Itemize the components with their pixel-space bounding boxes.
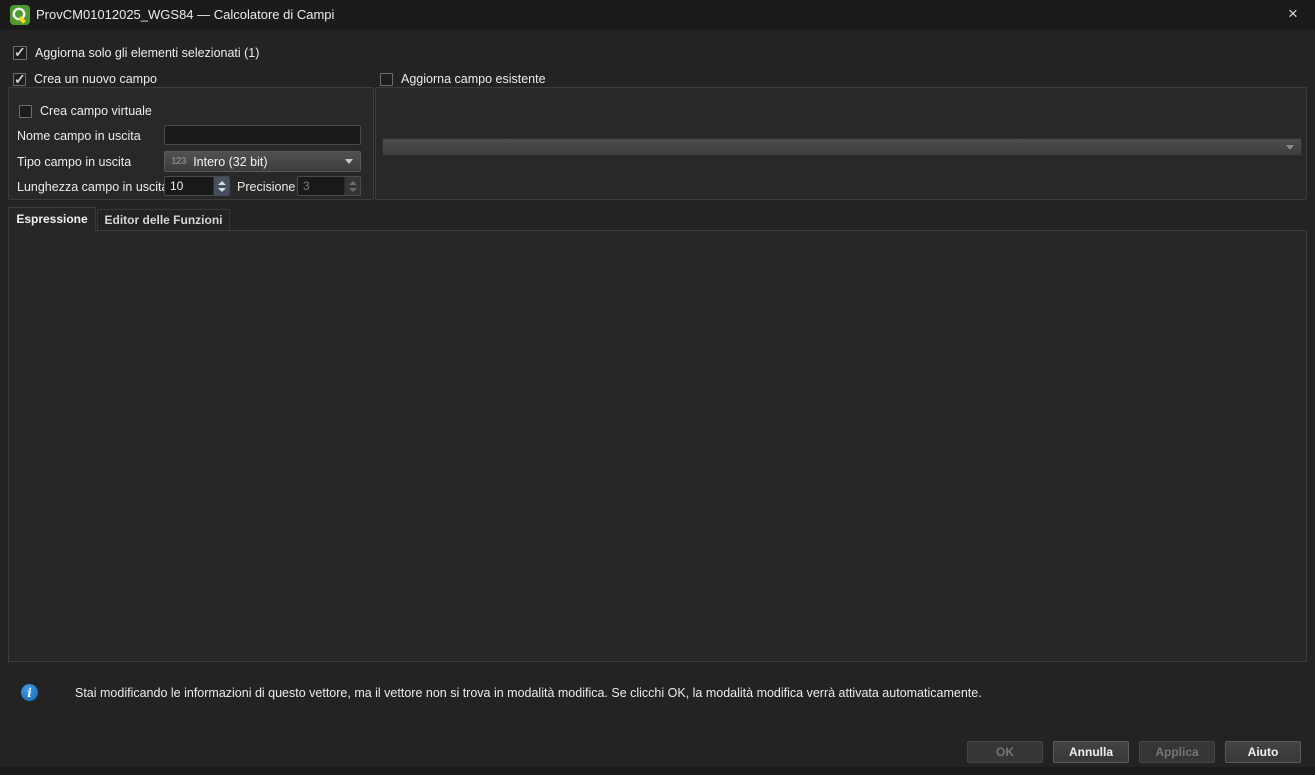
output-field-type-label: Tipo campo in uscita [17,155,131,169]
output-field-type-value: Intero (32 bit) [193,155,267,169]
applica-button: Applica [1139,741,1215,763]
expression-tab-panel [8,230,1307,662]
field-calculator-dialog: ProvCM01012025_WGS84 — Calcolatore di Ca… [0,0,1315,775]
existing-field-groupbox [375,87,1307,200]
checkbox-box[interactable] [380,73,393,86]
existing-field-select [382,138,1302,156]
checkbox-label: Crea un nuovo campo [34,72,157,86]
spin-down-icon[interactable] [218,188,226,192]
new-field-groupbox: Crea campo virtuale Nome campo in uscita… [8,87,374,200]
aiuto-button[interactable]: Aiuto [1225,741,1301,763]
tab-espressione[interactable]: Espressione [8,207,96,231]
info-icon: i [21,684,38,701]
spin-up-icon[interactable] [218,181,226,185]
dialog-bottom-edge [0,767,1315,775]
output-field-name-label: Nome campo in uscita [17,129,141,143]
annulla-button[interactable]: Annulla [1053,741,1129,763]
ok-button: OK [967,741,1043,763]
output-field-length-label: Lunghezza campo in uscita [17,180,168,194]
output-field-name-input[interactable] [164,125,361,145]
checkbox-label: Crea campo virtuale [40,104,152,118]
checkbox-label: Aggiorna solo gli elementi selezionati (… [35,46,259,60]
close-icon[interactable]: × [1271,0,1315,30]
output-field-type-select[interactable]: 123 Intero (32 bit) [164,151,361,172]
checkbox-box[interactable] [13,46,27,60]
qgis-logo-icon [10,5,30,25]
checkbox-label: Aggiorna campo esistente [401,72,546,86]
spin-up-icon [349,181,357,185]
spin-down-icon [349,188,357,192]
spinner-buttons[interactable] [213,177,229,195]
checkbox-create-new-field[interactable]: Crea un nuovo campo [13,71,157,87]
precision-spinbox: 3 [297,176,361,196]
checkbox-virtual-field[interactable]: Crea campo virtuale [19,103,152,119]
precision-value: 3 [298,177,344,195]
checkbox-box[interactable] [13,73,26,86]
window-title: ProvCM01012025_WGS84 — Calcolatore di Ca… [36,0,334,30]
edit-mode-warning-text: Stai modificando le informazioni di ques… [75,686,1175,700]
chevron-down-icon [1286,145,1294,150]
title-bar: ProvCM01012025_WGS84 — Calcolatore di Ca… [0,0,1315,30]
tab-editor-funzioni[interactable]: Editor delle Funzioni [97,209,230,231]
length-spinbox[interactable]: 10 [164,176,230,196]
chevron-down-icon [345,159,353,164]
checkbox-box[interactable] [19,105,32,118]
precision-label: Precisione [237,180,295,194]
checkbox-update-existing[interactable]: Aggiorna campo esistente [380,71,546,87]
spinner-buttons [344,177,360,195]
checkbox-only-selected[interactable]: Aggiorna solo gli elementi selezionati (… [13,45,259,61]
integer-type-icon: 123 [171,156,186,167]
length-value: 10 [165,177,213,195]
